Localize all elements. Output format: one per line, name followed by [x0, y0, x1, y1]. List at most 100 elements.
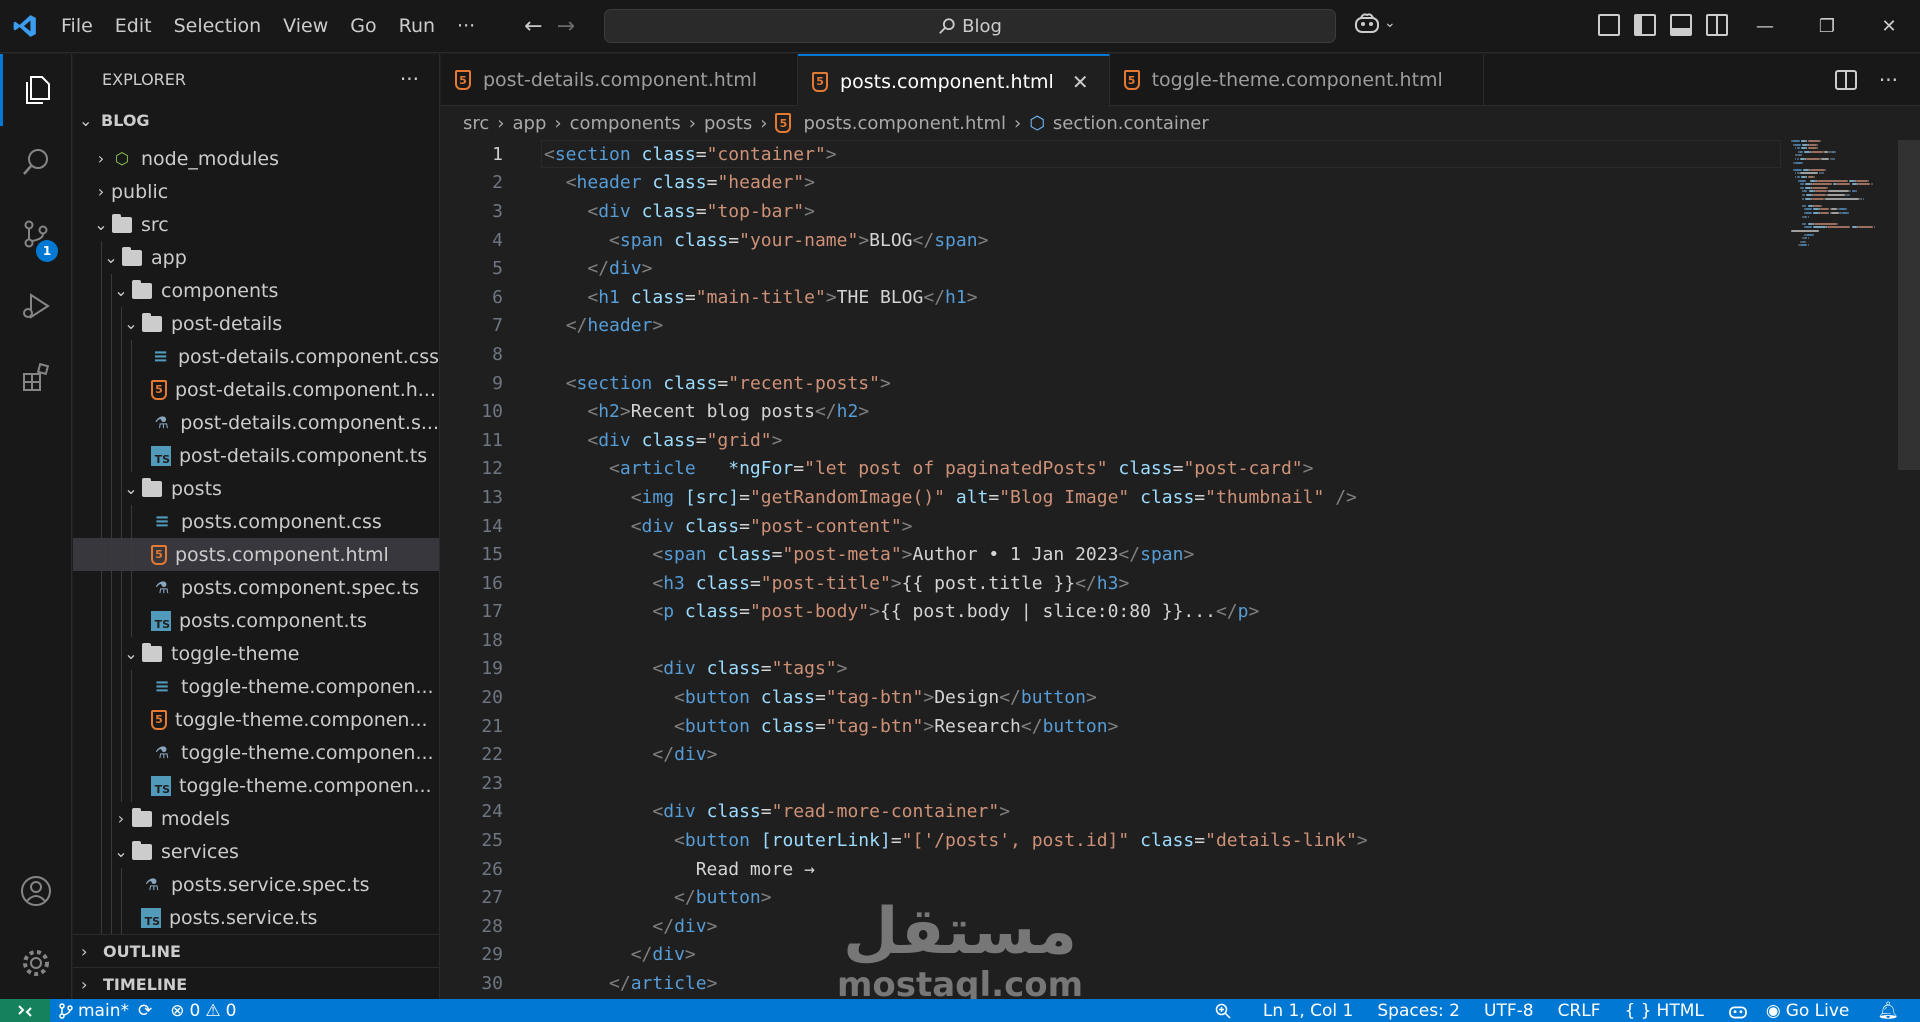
tree-file[interactable]: ≡ posts.component.css: [73, 505, 439, 538]
tree-folder[interactable]: ⌄ components: [73, 274, 439, 307]
editor-tab[interactable]: 5 posts.component.html ✕: [798, 54, 1110, 107]
breadcrumb-item[interactable]: app: [512, 113, 546, 134]
outline-label: OUTLINE: [103, 942, 181, 961]
folder-shape: [122, 246, 142, 266]
more-actions-icon[interactable]: ···: [1879, 68, 1898, 92]
close-window-icon[interactable]: ✕: [1858, 0, 1920, 53]
tree-file[interactable]: TS posts.service.ts: [73, 901, 439, 934]
zoom-indicator[interactable]: [1206, 1003, 1240, 1019]
minimize-icon[interactable]: —: [1734, 0, 1796, 53]
tree-folder[interactable]: ⌄ app: [73, 241, 439, 274]
editor-tab[interactable]: 5 toggle-theme.component.html: [1110, 54, 1484, 106]
extensions-activity[interactable]: [0, 342, 72, 414]
customize-layout-icon[interactable]: [1598, 14, 1620, 36]
notifications-bell-icon[interactable]: 🔔︎: [1868, 1001, 1908, 1021]
tree-folder[interactable]: ⌄ services: [73, 835, 439, 868]
branch-indicator[interactable]: main* ⟳: [50, 1001, 161, 1021]
menu-item-go[interactable]: Go: [339, 9, 387, 43]
language-mode[interactable]: { } HTML: [1616, 1001, 1713, 1021]
breadcrumb-item[interactable]: posts.component.html: [803, 113, 1006, 134]
code-token: >: [901, 544, 913, 566]
tree-file[interactable]: ⚗ posts.component.spec.ts: [73, 571, 439, 604]
forward-arrow-icon[interactable]: →: [557, 14, 575, 39]
search-activity[interactable]: [0, 126, 72, 198]
tree-file[interactable]: 5 post-details.component.h...: [73, 373, 439, 406]
toggle-sidebar-icon[interactable]: [1634, 14, 1656, 36]
minimap-mark: [1835, 150, 1837, 153]
tree-file[interactable]: 5 posts.component.html: [73, 538, 439, 571]
editor-scrollbar[interactable]: [1898, 140, 1920, 470]
more-actions-icon[interactable]: ···: [400, 67, 419, 91]
indent-guide: [121, 736, 122, 769]
close-tab-icon[interactable]: ✕: [1072, 70, 1089, 94]
tree-file[interactable]: ⚗ posts.service.spec.ts: [73, 868, 439, 901]
tree-folder[interactable]: ⌄ toggle-theme: [73, 637, 439, 670]
tree-file[interactable]: ⚗ post-details.component.s...: [73, 406, 439, 439]
breadcrumb-item[interactable]: components: [570, 113, 681, 134]
code-editor[interactable]: 1 <section class="container"> 2 <header cl…: [441, 140, 1781, 998]
split-editor-icon[interactable]: [1834, 70, 1857, 90]
menu-item-file[interactable]: File: [50, 9, 104, 43]
command-center-search[interactable]: Blog: [604, 9, 1336, 43]
minimap[interactable]: [1791, 140, 1891, 320]
line-ending[interactable]: CRLF: [1549, 1001, 1610, 1021]
vscode-logo-icon[interactable]: [0, 0, 50, 53]
problems-indicator[interactable]: ⊗ 0 ⚠ 0: [161, 1001, 245, 1021]
restore-icon[interactable]: ❐: [1796, 0, 1858, 53]
remote-indicator[interactable]: [0, 999, 50, 1022]
tree-folder[interactable]: ⌄ post-details: [73, 307, 439, 340]
indent-guide: [111, 868, 112, 901]
timeline-section[interactable]: › TIMELINE: [73, 967, 439, 1001]
tree-folder[interactable]: › models: [73, 802, 439, 835]
indentation[interactable]: Spaces: 2: [1368, 1001, 1469, 1021]
menu-item-selection[interactable]: Selection: [163, 9, 273, 43]
outline-section[interactable]: › OUTLINE: [73, 934, 439, 968]
code-token: "Blog Image": [999, 486, 1130, 508]
breadcrumb-item[interactable]: src: [463, 113, 489, 134]
minimap-mark: [1802, 143, 1808, 146]
copilot-status[interactable]: [1719, 1003, 1757, 1019]
html-file-icon: 5: [1123, 70, 1140, 90]
breadcrumb-item[interactable]: posts: [704, 113, 752, 134]
cursor-position[interactable]: Ln 1, Col 1: [1254, 1001, 1363, 1021]
tree-folder[interactable]: ⌄ posts: [73, 472, 439, 505]
tree-file[interactable]: ≡ toggle-theme.componen...: [73, 670, 439, 703]
indent-guide: [131, 670, 132, 703]
code-token: "thumbnail": [1205, 486, 1325, 508]
menu-item-view[interactable]: View: [272, 9, 339, 43]
minimap-mark: [1805, 226, 1812, 229]
tree-folder[interactable]: ⌄ src: [73, 208, 439, 241]
menu-item-run[interactable]: Run: [388, 9, 446, 43]
code-token: >: [706, 973, 718, 995]
tree-folder[interactable]: › public: [73, 175, 439, 208]
toggle-panel-icon[interactable]: [1670, 14, 1692, 36]
tree-file[interactable]: ⚗ toggle-theme.componen...: [73, 736, 439, 769]
tree-folder[interactable]: › ⬡ node_modules: [73, 142, 439, 175]
breadcrumb-item[interactable]: section.container: [1053, 113, 1209, 134]
tree-file[interactable]: ≡ post-details.component.css: [73, 340, 439, 373]
go-live-button[interactable]: ◉ Go Live: [1757, 1001, 1859, 1021]
toggle-secondary-sidebar-icon[interactable]: [1706, 14, 1728, 36]
explorer-activity[interactable]: [0, 54, 72, 126]
manage-activity[interactable]: [0, 927, 72, 999]
run-debug-activity[interactable]: [0, 270, 72, 342]
code-token: >: [869, 601, 880, 623]
copilot-button[interactable]: ⌄: [1354, 12, 1396, 34]
code-token: <: [674, 715, 685, 737]
tree-file[interactable]: TS post-details.component.ts: [73, 439, 439, 472]
menu-item-edit[interactable]: Edit: [104, 9, 163, 43]
menu-item-more[interactable]: ···: [446, 9, 486, 43]
tree-file[interactable]: TS posts.component.ts: [73, 604, 439, 637]
accounts-activity[interactable]: [0, 855, 72, 927]
encoding[interactable]: UTF-8: [1475, 1001, 1543, 1021]
chevron-right-icon: ›: [97, 182, 105, 201]
tree-file[interactable]: 5 toggle-theme.componen...: [73, 703, 439, 736]
sync-icon[interactable]: ⟳: [138, 1001, 152, 1021]
indent-guide: [121, 406, 122, 439]
back-arrow-icon[interactable]: ←: [524, 14, 542, 39]
tree-file[interactable]: TS toggle-theme.componen...: [73, 769, 439, 802]
source-control-activity[interactable]: 1: [0, 198, 72, 270]
editor-tab[interactable]: 5 post-details.component.html: [441, 54, 799, 106]
workspace-root[interactable]: ⌄ BLOG: [73, 104, 439, 137]
